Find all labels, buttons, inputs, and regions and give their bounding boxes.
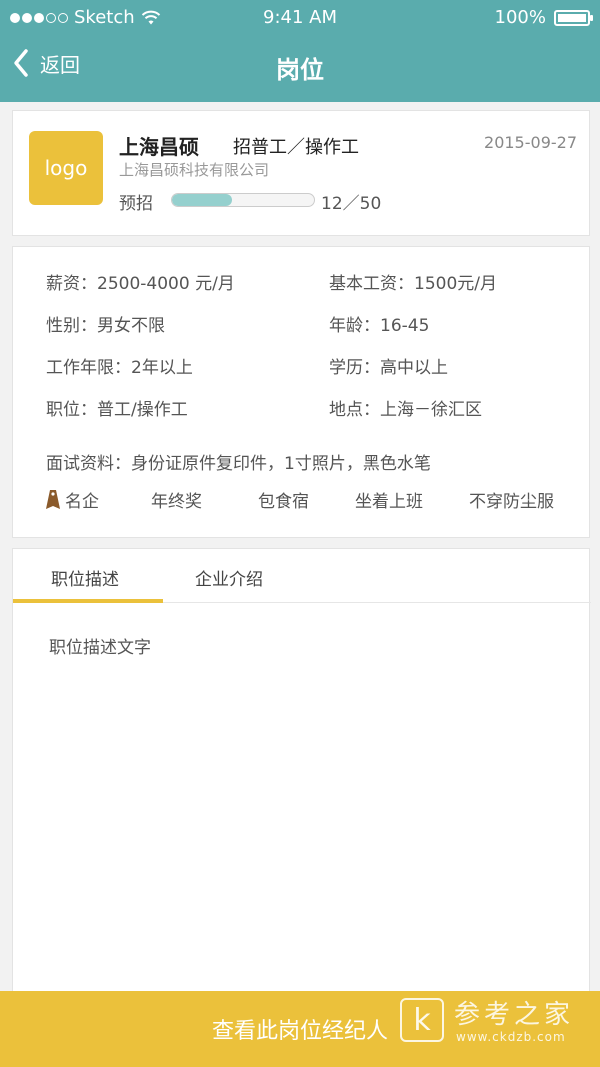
salary: 薪资：2500-4000 元/月 [46, 274, 235, 294]
company-short-name: 上海昌硕 [119, 135, 199, 159]
job-description-text: 职位描述文字 [49, 638, 151, 658]
location: 地点：上海－徐汇区 [329, 400, 482, 420]
battery-icon [554, 9, 593, 26]
battery-percent: 100% [494, 7, 546, 28]
header: Sketch 9:41 AM 100% 返回 岗位 [0, 0, 600, 102]
tag-icon [46, 489, 60, 509]
active-tab-indicator [13, 599, 163, 603]
company-logo: logo [29, 131, 103, 205]
page-title: 岗位 [276, 56, 324, 84]
gender: 性别：男女不限 [46, 316, 165, 336]
tag-label: 包食宿 [258, 492, 309, 512]
tag-label: 坐着上班 [355, 492, 423, 512]
job-position: 职位：普工/操作工 [46, 400, 188, 420]
age: 年龄：16-45 [329, 316, 430, 336]
status-battery: 100% [494, 7, 593, 28]
tab-job-description[interactable]: 职位描述 [51, 565, 119, 590]
tag-item: 包食宿 [258, 487, 309, 512]
watermark-url: www.ckdzb.com [456, 1030, 566, 1044]
view-agent-label: 查看此岗位经纪人 [211, 1019, 388, 1044]
base-salary: 基本工资：1500元/月 [329, 274, 497, 294]
recruit-progress-fill [172, 194, 232, 206]
tab-bar: 职位描述 企业介绍 [13, 549, 591, 603]
post-date: 2015-09-27 [484, 133, 577, 152]
watermark: k 参考之家 www.ckdzb.com [396, 994, 596, 1050]
tag-item: 名企 [45, 487, 99, 512]
education: 学历：高中以上 [329, 358, 448, 378]
interview-materials: 面试资料：身份证原件复印件，1寸照片，黑色水笔 [46, 454, 431, 474]
job-details-card: 薪资：2500-4000 元/月 基本工资：1500元/月 性别：男女不限 年龄… [12, 246, 590, 538]
nav-bar: 返回 岗位 [0, 36, 600, 96]
status-bar: Sketch 9:41 AM 100% [0, 0, 600, 36]
tag-item: 不穿防尘服 [469, 487, 554, 512]
tag-label: 年终奖 [151, 492, 202, 512]
watermark-title: 参考之家 [454, 1000, 575, 1030]
tag-label: 不穿防尘服 [469, 492, 554, 512]
company-full-name: 上海昌硕科技有限公司 [119, 161, 270, 179]
tag-item: 年终奖 [151, 487, 202, 512]
tag-label: 名企 [65, 492, 99, 512]
tab-panel: 职位描述 企业介绍 职位描述文字 [12, 548, 591, 1008]
position-title: 招普工／操作工 [233, 137, 359, 158]
watermark-logo: k [400, 998, 444, 1042]
job-summary-card: logo 上海昌硕 招普工／操作工 2015-09-27 上海昌硕科技有限公司 … [12, 110, 590, 236]
plan-label: 预招 [119, 194, 153, 214]
tab-company-intro[interactable]: 企业介绍 [195, 565, 263, 590]
experience: 工作年限：2年以上 [46, 358, 193, 378]
recruit-progress-bar [171, 193, 315, 207]
recruit-progress-text: 12／50 [321, 194, 382, 214]
tag-item: 坐着上班 [355, 487, 423, 512]
